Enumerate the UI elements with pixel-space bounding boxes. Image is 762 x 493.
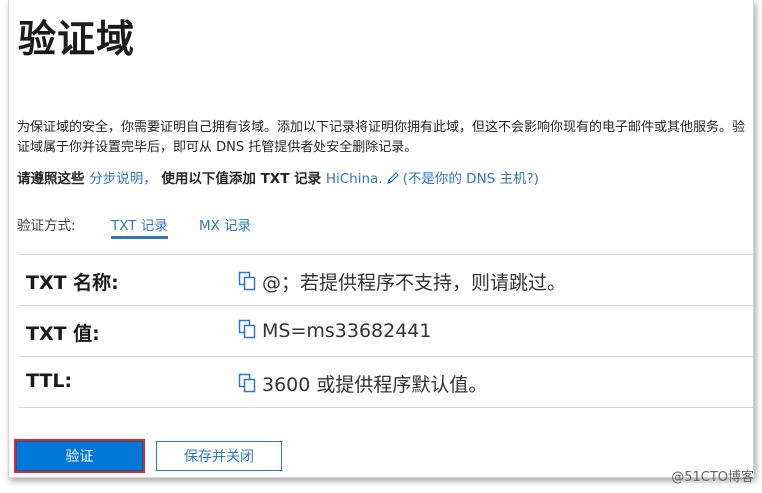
verify-method-row: 验证方式: TXT 记录 MX 记录 [17,214,251,239]
verify-domain-panel: 验证域 为保证域的安全，你需要证明自己拥有该域。添加以下记录将证明你拥有此域，但… [8,0,754,478]
table-row: TTL: 3600 或提供程序默认值。 [18,357,753,408]
dns-records-table: TXT 名称: @；若提供程序不支持，则请跳过。 TXT 值: MS=ms336… [18,254,753,408]
record-value: MS=ms33682441 [238,319,432,342]
watermark: @51CTO博客 [671,470,754,485]
step-by-step-link[interactable]: 分步说明， [89,171,157,187]
copy-icon[interactable] [238,319,256,339]
copy-icon[interactable] [238,373,256,393]
record-label: TTL: [26,370,73,392]
record-label: TXT 值: [26,323,100,345]
tab-mx-record[interactable]: MX 记录 [199,214,251,234]
instructions-prefix: 请遵照这些 [17,171,90,187]
dns-host-link[interactable]: HiChina. [326,171,383,187]
verify-method-label: 验证方式: [17,218,76,234]
copy-icon[interactable] [238,271,256,291]
instructions-line: 请遵照这些 分步说明， 使用以下值添加 TXT 记录 HiChina. (不是你的… [17,167,539,187]
record-value: 3600 或提供程序默认值。 [238,370,487,397]
edit-pencil-icon[interactable] [386,171,400,185]
verify-button[interactable]: 验证 [14,439,145,473]
record-label: TXT 名称: [26,272,119,294]
tab-txt-record[interactable]: TXT 记录 [111,214,168,239]
table-row: TXT 值: MS=ms33682441 [18,306,753,357]
record-value-text: MS=ms33682441 [262,320,432,342]
save-and-close-button[interactable]: 保存并关闭 [156,441,282,471]
description-text: 为保证域的安全，你需要证明自己拥有该域。添加以下记录将证明你拥有此域，但这不会影… [17,120,746,155]
record-value-text: @；若提供程序不支持，则请跳过。 [262,272,567,294]
record-value: @；若提供程序不支持，则请跳过。 [238,268,566,295]
record-value-text: 3600 或提供程序默认值。 [262,374,488,396]
not-your-dns-host-link[interactable]: (不是你的 DNS 主机?) [403,171,539,187]
page-title: 验证域 [18,17,136,61]
table-row: TXT 名称: @；若提供程序不支持，则请跳过。 [18,255,753,306]
instructions-middle: 使用以下值添加 TXT 记录 [156,171,326,187]
